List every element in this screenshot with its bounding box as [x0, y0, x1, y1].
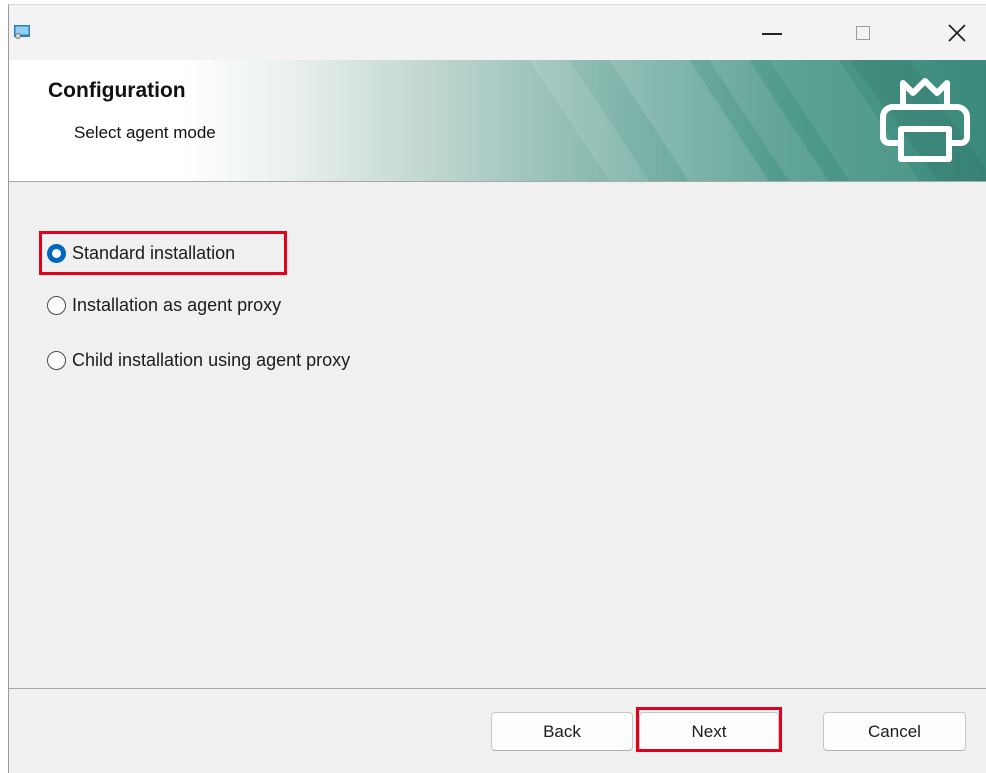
radio-button-icon[interactable] — [47, 350, 66, 370]
radio-option-label[interactable]: Installation as agent proxy — [72, 295, 281, 316]
radio-option-label[interactable]: Child installation using agent proxy — [72, 350, 350, 371]
minimize-button[interactable] — [742, 5, 802, 60]
close-button[interactable] — [927, 5, 986, 60]
maximize-button[interactable] — [838, 5, 888, 60]
minimize-icon — [762, 32, 782, 35]
title-bar — [9, 5, 986, 60]
radio-option-agent-proxy[interactable]: Installation as agent proxy — [47, 290, 281, 320]
printer-icon — [880, 78, 970, 162]
radio-button-icon[interactable] — [47, 295, 66, 315]
cancel-button[interactable]: Cancel — [823, 712, 966, 751]
maximize-icon — [856, 25, 870, 40]
page-title: Configuration — [48, 79, 186, 102]
footer-divider — [9, 688, 986, 689]
close-icon — [948, 23, 966, 42]
banner-divider — [9, 181, 986, 182]
highlight-box-standard-installation — [39, 231, 287, 275]
back-button[interactable]: Back — [491, 712, 633, 751]
page-subtitle: Select agent mode — [74, 123, 216, 142]
highlight-box-next — [636, 707, 782, 752]
header-banner: Configuration Select agent mode — [9, 60, 986, 181]
installer-window-icon — [14, 25, 30, 39]
radio-option-child-installation[interactable]: Child installation using agent proxy — [47, 345, 350, 375]
installer-window: Configuration Select agent mode Standard… — [8, 4, 986, 773]
